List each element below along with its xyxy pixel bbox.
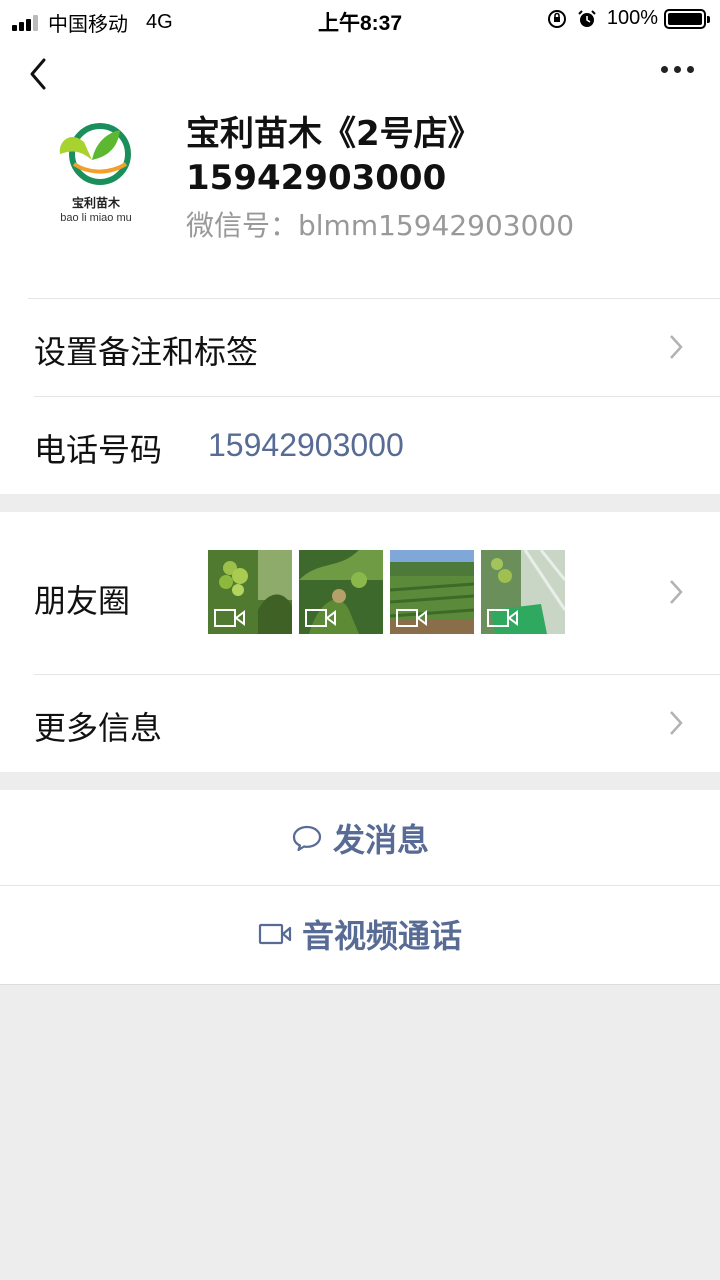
moments-thumbnail xyxy=(208,550,292,634)
moments-label: 朋友圈 xyxy=(34,582,131,620)
divider xyxy=(0,984,720,985)
alarm-icon xyxy=(578,9,596,27)
phone-label: 电话号码 xyxy=(34,431,163,469)
avatar-subtitle: bao li miao mu xyxy=(60,212,132,224)
video-icon xyxy=(214,609,245,627)
chevron-right-icon xyxy=(670,580,683,604)
chevron-right-icon xyxy=(670,335,683,359)
video-call-icon xyxy=(258,923,292,945)
avatar-title: 宝利苗木 xyxy=(71,196,120,210)
moments-thumbnails xyxy=(208,550,572,634)
moments-thumbnail xyxy=(481,550,565,634)
contact-name: 宝利苗木《2号店》15942903000 xyxy=(186,114,482,198)
moments-thumbnail xyxy=(390,550,474,634)
more-info-row[interactable]: 更多信息 xyxy=(0,675,720,772)
actions-section: 发消息 音视频通话 xyxy=(0,790,720,984)
chat-bubble-icon xyxy=(292,825,322,852)
send-message-label: 发消息 xyxy=(332,821,429,859)
phone-row: 电话号码 15942903000 xyxy=(0,397,720,493)
wechat-id: 微信号：blmm15942903000 xyxy=(186,209,575,242)
battery-icon xyxy=(664,8,710,29)
video-icon xyxy=(396,609,427,627)
video-icon xyxy=(305,609,336,627)
battery-percent: 100% xyxy=(606,7,658,29)
video-call-button[interactable]: 音视频通话 xyxy=(0,886,720,982)
video-call-label: 音视频通话 xyxy=(301,917,462,955)
moments-thumbnail xyxy=(299,550,383,634)
more-icon[interactable] xyxy=(655,66,694,73)
remark-row[interactable]: 设置备注和标签 xyxy=(0,299,720,395)
logo-icon xyxy=(59,123,131,185)
back-icon[interactable] xyxy=(24,54,54,94)
phone-number-link[interactable]: 15942903000 xyxy=(208,427,404,464)
remark-label: 设置备注和标签 xyxy=(34,333,259,371)
avatar[interactable]: 宝利苗木 bao li miao mu xyxy=(40,120,152,232)
moments-section: 朋友圈 更多信息 xyxy=(0,512,720,772)
profile-header: 宝利苗木 bao li miao mu 宝利苗木《2号店》15942903000… xyxy=(0,40,720,494)
more-info-label: 更多信息 xyxy=(34,709,163,747)
video-icon xyxy=(487,609,518,627)
status-bar: 中国移动 4G 上午8:37 100% xyxy=(0,0,720,40)
rotation-lock-icon xyxy=(547,9,566,28)
moments-row[interactable]: 朋友圈 xyxy=(0,512,720,674)
send-message-button[interactable]: 发消息 xyxy=(0,790,720,886)
chevron-right-icon xyxy=(670,711,683,735)
status-right: 100% xyxy=(547,7,710,30)
